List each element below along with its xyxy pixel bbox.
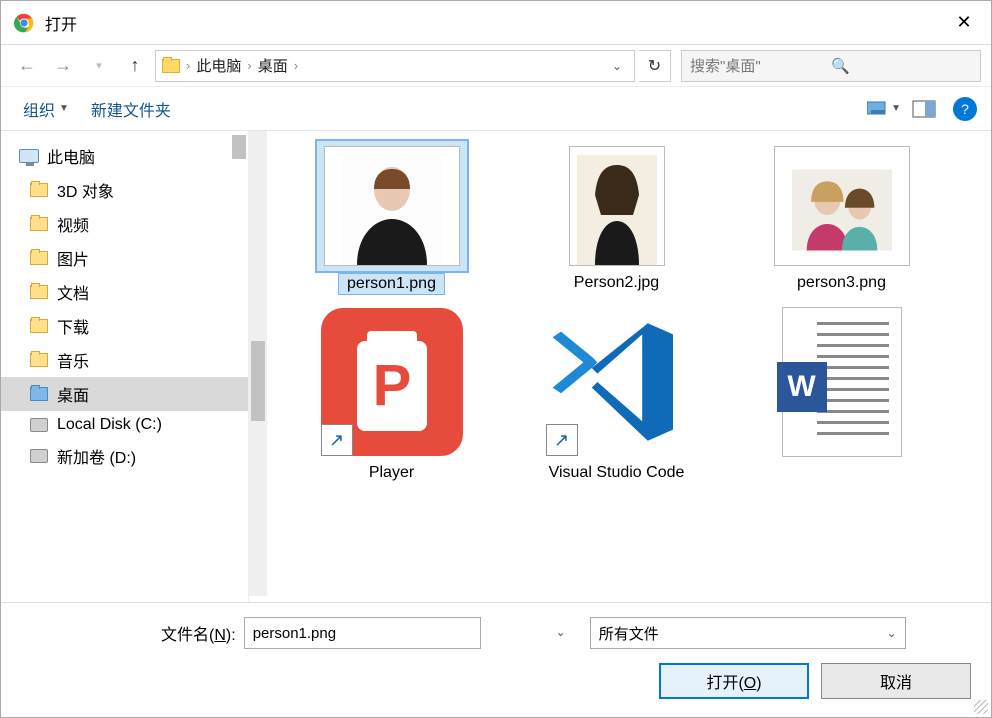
dialog-body: 此电脑 3D 对象 视频 图片 文档 下载 音乐 桌面 Local Disk (… <box>1 131 991 602</box>
help-button[interactable]: ? <box>953 97 977 121</box>
address-bar[interactable]: › 此电脑 › 桌面 › ⌄ <box>155 50 635 82</box>
chrome-icon <box>13 12 35 34</box>
tree-documents[interactable]: 文档 <box>1 275 248 309</box>
tree-local-disk-c[interactable]: Local Disk (C:) <box>1 411 248 439</box>
file-label: Player <box>369 463 414 483</box>
breadcrumb-sep: › <box>294 58 298 73</box>
cancel-button[interactable]: 取消 <box>821 663 971 699</box>
file-person1[interactable]: person1.png <box>279 137 504 299</box>
breadcrumb-sep: › <box>247 58 251 73</box>
forward-button[interactable]: → <box>47 50 79 82</box>
file-label: person1.png <box>338 273 445 295</box>
folder-icon <box>162 59 180 73</box>
navigation-tree: 此电脑 3D 对象 视频 图片 文档 下载 音乐 桌面 Local Disk (… <box>1 131 249 602</box>
shortcut-arrow-icon: ↗ <box>321 424 353 456</box>
breadcrumb-desktop[interactable]: 桌面 <box>258 55 288 76</box>
dialog-title: 打开 <box>45 11 941 35</box>
open-button[interactable]: 打开(O) <box>659 663 809 699</box>
search-placeholder: 搜索"桌面" <box>690 55 831 76</box>
resize-grip[interactable] <box>974 700 988 714</box>
up-button[interactable]: ↑ <box>119 50 151 82</box>
refresh-button[interactable]: ↻ <box>639 50 671 82</box>
file-person3[interactable]: person3.png <box>729 137 954 299</box>
address-dropdown[interactable]: ⌄ <box>606 59 628 73</box>
view-options-button[interactable]: ▼ <box>867 95 901 123</box>
tree-music[interactable]: 音乐 <box>1 343 248 377</box>
tree-downloads[interactable]: 下载 <box>1 309 248 343</box>
nav-bar: ← → ▾ ↑ › 此电脑 › 桌面 › ⌄ ↻ 搜索"桌面" 🔍 <box>1 45 991 87</box>
tree-videos[interactable]: 视频 <box>1 207 248 241</box>
shortcut-arrow-icon: ↗ <box>546 424 578 456</box>
preview-pane-button[interactable] <box>907 95 941 123</box>
tree-3d-objects[interactable]: 3D 对象 <box>1 173 248 207</box>
file-label: Visual Studio Code <box>549 463 685 483</box>
file-label: Person2.jpg <box>574 273 659 293</box>
breadcrumb-sep: › <box>186 58 190 73</box>
tree-desktop[interactable]: 桌面 <box>1 377 248 411</box>
search-icon: 🔍 <box>831 57 972 75</box>
search-input[interactable]: 搜索"桌面" 🔍 <box>681 50 981 82</box>
recent-dropdown[interactable]: ▾ <box>83 50 115 82</box>
tree-pictures[interactable]: 图片 <box>1 241 248 275</box>
title-bar: 打开 ✕ <box>1 1 991 45</box>
player-icon: P↗ <box>321 308 463 456</box>
vscode-icon: ↗ <box>546 308 688 456</box>
file-type-filter[interactable]: 所有文件⌄ <box>590 617 906 649</box>
file-vscode[interactable]: ↗ Visual Studio Code <box>504 299 729 487</box>
tree-new-volume-d[interactable]: 新加卷 (D:) <box>1 439 248 473</box>
filename-label: 文件名(N): <box>161 621 236 645</box>
new-folder-button[interactable]: 新建文件夹 <box>83 93 179 125</box>
back-button[interactable]: ← <box>11 50 43 82</box>
file-person2[interactable]: Person2.jpg <box>504 137 729 299</box>
close-button[interactable]: ✕ <box>941 1 987 44</box>
file-list: person1.png Person2.jpg person3.png P↗ P… <box>249 131 991 602</box>
tree-scrollbar[interactable] <box>230 135 248 598</box>
tree-this-pc[interactable]: 此电脑 <box>1 139 248 173</box>
file-player[interactable]: P↗ Player <box>279 299 504 487</box>
open-file-dialog: 打开 ✕ ← → ▾ ↑ › 此电脑 › 桌面 › ⌄ ↻ 搜索"桌面" 🔍 组… <box>0 0 992 718</box>
content-scrollbar[interactable] <box>249 131 267 596</box>
dialog-footer: 文件名(N): ⌄ 所有文件⌄ 打开(O) 取消 <box>1 602 991 717</box>
filename-input[interactable] <box>244 617 481 649</box>
chevron-down-icon: ⌄ <box>556 625 566 639</box>
word-doc-icon: W <box>782 307 902 457</box>
file-label: person3.png <box>797 273 886 293</box>
svg-text:P: P <box>372 353 411 418</box>
toolbar: 组织▼ 新建文件夹 ▼ ? <box>1 87 991 131</box>
breadcrumb-this-pc[interactable]: 此电脑 <box>196 55 241 76</box>
file-word-doc[interactable]: W <box>729 299 954 487</box>
organize-menu[interactable]: 组织▼ <box>15 93 77 125</box>
